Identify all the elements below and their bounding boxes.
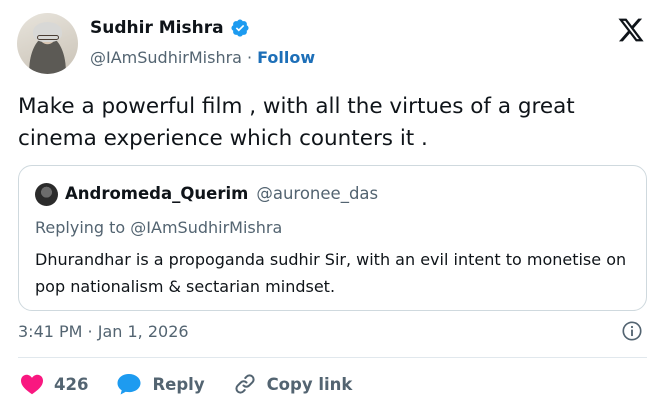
quoted-author-avatar[interactable] xyxy=(35,183,58,206)
tweet-actions-bar: 426 Reply Copy link xyxy=(20,372,380,396)
tweet-text: Make a powerful film , with all the virt… xyxy=(18,94,575,151)
avatar-glasses xyxy=(37,35,59,40)
author-handle-row: @IAmSudhirMishra · Follow xyxy=(90,48,315,67)
verified-badge-icon xyxy=(231,19,249,37)
quoted-author-row: Andromeda_Querim @auronee_das xyxy=(65,184,378,203)
quoted-author-name: Andromeda_Querim xyxy=(65,184,249,203)
like-button[interactable]: 426 xyxy=(20,373,88,395)
quoted-tweet-text: Dhurandhar is a propoganda sudhir Sir, w… xyxy=(35,250,627,296)
reply-button[interactable]: Reply xyxy=(116,372,205,396)
like-count: 426 xyxy=(54,374,89,394)
follow-button[interactable]: Follow xyxy=(257,48,315,67)
quoted-replying-to: Replying to @IAmSudhirMishra xyxy=(35,218,283,237)
tweet-timestamp[interactable]: 3:41 PM · Jan 1, 2026 xyxy=(18,322,189,341)
quoted-tweet-card[interactable]: Andromeda_Querim @auronee_das Replying t… xyxy=(18,165,647,311)
info-icon[interactable] xyxy=(621,320,643,342)
link-icon xyxy=(235,374,255,394)
speech-bubble-icon xyxy=(117,374,141,395)
reply-label: Reply xyxy=(152,374,205,394)
copy-link-button[interactable]: Copy link xyxy=(233,372,353,396)
author-handle[interactable]: @IAmSudhirMishra xyxy=(90,48,242,67)
author-display-name[interactable]: Sudhir Mishra xyxy=(90,18,224,38)
actions-divider xyxy=(18,357,647,358)
author-avatar[interactable] xyxy=(17,13,78,74)
heart-icon xyxy=(21,374,43,395)
author-name-row: Sudhir Mishra xyxy=(90,18,250,38)
quoted-author-handle: @auronee_das xyxy=(256,184,379,203)
copy-link-label: Copy link xyxy=(266,374,353,394)
x-logo-icon[interactable] xyxy=(616,16,646,44)
handle-separator: · xyxy=(246,48,253,67)
